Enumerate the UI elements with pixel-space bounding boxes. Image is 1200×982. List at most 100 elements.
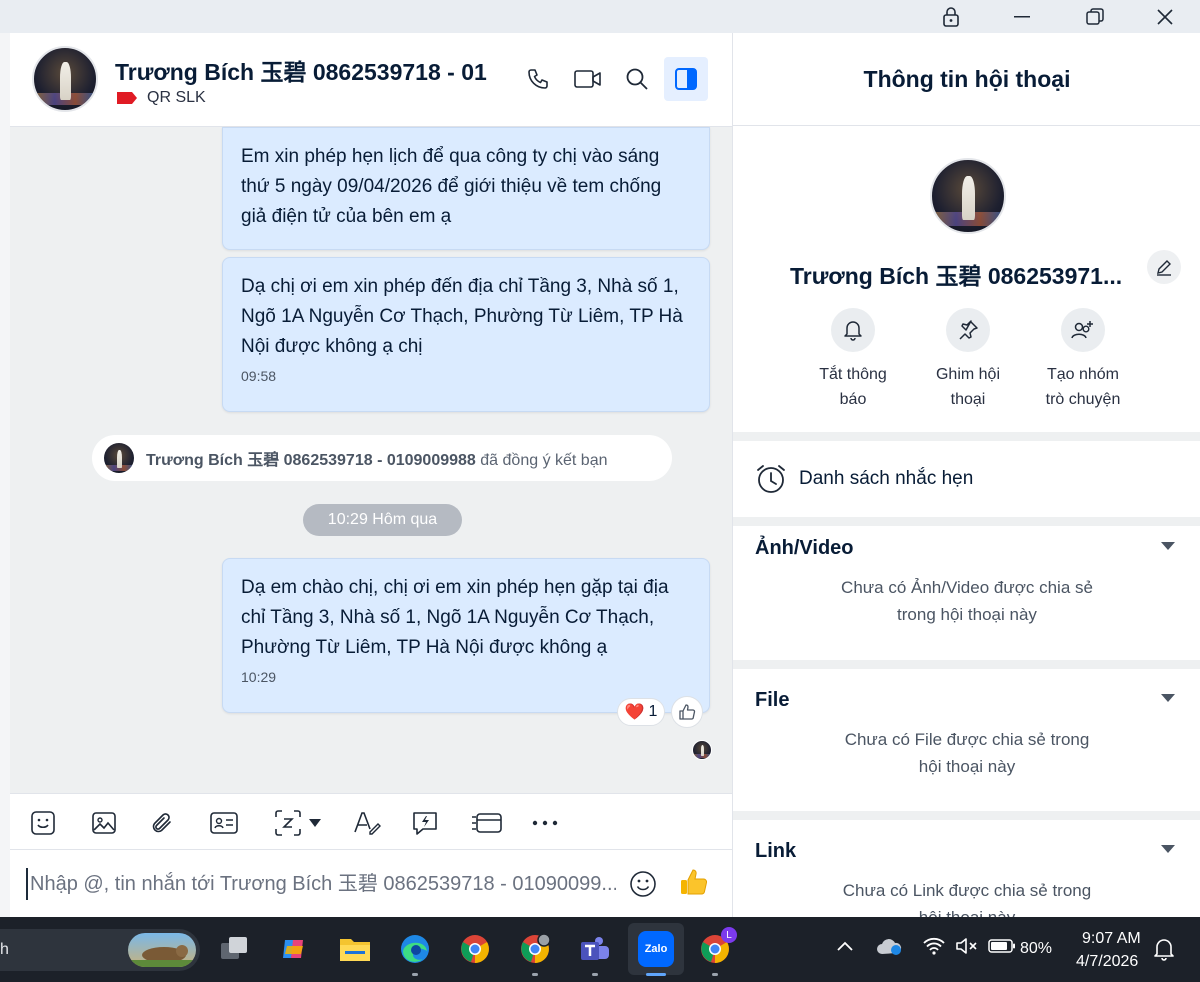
message-text: Dạ em chào chị, chị ơi em xin phép hẹn g…: [241, 577, 669, 658]
clock-date[interactable]: 4/7/2026: [1076, 953, 1138, 971]
composer-toolbar: [10, 793, 732, 850]
text-format-icon: [354, 812, 381, 835]
call-button[interactable]: [518, 59, 558, 99]
chevron-down-icon: [309, 819, 321, 827]
chrome-button[interactable]: [457, 931, 493, 967]
active-indicator: [646, 973, 666, 976]
notifications-button[interactable]: [1152, 937, 1176, 966]
contact-name[interactable]: Trương Bích 玉碧 0862539718 - 01: [115, 53, 487, 87]
message-text: Dạ chị ơi em xin phép đến địa chỉ Tầng 3…: [241, 276, 683, 357]
volume-button[interactable]: [955, 937, 979, 960]
section-title[interactable]: File: [755, 689, 789, 712]
notice-name[interactable]: Trương Bích 玉碧 0862539718 - 0109009988: [146, 452, 476, 469]
message-bubble[interactable]: Dạ em chào chị, chị ơi em xin phép hẹn g…: [222, 558, 710, 713]
collapse-caret-icon[interactable]: [1161, 845, 1175, 853]
react-like-button[interactable]: [671, 696, 703, 728]
divider: [733, 517, 1200, 526]
minimize-button[interactable]: [992, 0, 1052, 33]
file-explorer-button[interactable]: [337, 931, 373, 967]
emoji-button[interactable]: [627, 868, 659, 900]
create-group-button[interactable]: Tạo nhóm trò chuyện: [1023, 308, 1143, 412]
reaction-count: 1: [648, 703, 658, 720]
bell-icon: [844, 321, 862, 341]
composer: [10, 850, 732, 917]
contact-card-button[interactable]: [207, 806, 241, 840]
action-label: Ghim hội: [935, 366, 1001, 383]
message-input[interactable]: [26, 868, 616, 900]
copilot-button[interactable]: [276, 931, 312, 967]
contact-tag[interactable]: QR SLK: [117, 89, 206, 107]
show-hidden-icons-button[interactable]: [836, 939, 854, 957]
message-bubble[interactable]: Dạ chị ơi em xin phép đến địa chỉ Tầng 3…: [222, 257, 710, 412]
video-icon: [574, 70, 601, 88]
text-format-button[interactable]: [350, 806, 384, 840]
running-indicator: [532, 973, 538, 976]
notice-suffix: đã đồng ý kết bạn: [480, 452, 608, 469]
lightning-message-icon: [413, 812, 437, 835]
close-button[interactable]: [1135, 0, 1195, 33]
restore-button[interactable]: [1065, 0, 1125, 33]
edit-name-button[interactable]: [1147, 250, 1181, 284]
battery-percent: 80%: [1020, 940, 1053, 957]
chrome-profile-button[interactable]: [517, 931, 553, 967]
contact-avatar[interactable]: [32, 46, 98, 112]
section-title[interactable]: Ảnh/Video: [755, 537, 854, 560]
divider: [733, 811, 1200, 820]
image-icon: [92, 812, 116, 834]
send-like-button[interactable]: [677, 864, 711, 900]
message-text: Em xin phép hẹn lịch để qua công ty chị …: [241, 146, 662, 227]
taskbar-search[interactable]: h: [0, 929, 200, 971]
more-options-button[interactable]: [528, 806, 562, 840]
battery-button[interactable]: [988, 939, 1016, 958]
paperclip-icon: [152, 813, 171, 833]
info-avatar[interactable]: [930, 158, 1006, 234]
video-call-button[interactable]: [568, 59, 608, 99]
empty-state-text: Chưa có File được chia sẻ trong hội thoại…: [844, 730, 1090, 776]
volume-muted-icon: [956, 938, 977, 954]
collapse-caret-icon[interactable]: [1161, 542, 1175, 550]
mute-notifications-button[interactable]: Tắt thông báo: [793, 308, 913, 412]
folder-icon: [340, 939, 370, 961]
action-label: Tạo nhóm: [1046, 366, 1120, 383]
reminder-list-item[interactable]: Danh sách nhắc hẹn: [733, 441, 1200, 517]
chat-header: Trương Bích 玉碧 0862539718 - 01 QR SLK: [10, 33, 732, 127]
section-title[interactable]: Link: [755, 840, 796, 863]
divider: [733, 432, 1200, 441]
notice-avatar[interactable]: [104, 443, 134, 473]
chrome-profile-l-button[interactable]: L: [697, 927, 737, 967]
wifi-button[interactable]: [922, 936, 946, 961]
teams-button[interactable]: [577, 931, 613, 967]
pin-conversation-button[interactable]: Ghim hội thoại: [908, 308, 1028, 412]
pin-icon: [959, 320, 978, 340]
task-view-button[interactable]: [216, 931, 252, 967]
clock-time[interactable]: 9:07 AM: [1082, 930, 1141, 948]
teams-icon: [581, 937, 609, 960]
lock-icon[interactable]: [921, 0, 981, 33]
window-titlebar: [0, 0, 1200, 33]
collapse-caret-icon[interactable]: [1161, 694, 1175, 702]
phone-icon: [528, 69, 548, 89]
sidebar-panel-icon: [675, 68, 697, 90]
add-group-icon: [1071, 321, 1093, 339]
reaction-badge[interactable]: ❤️ 1: [617, 698, 665, 726]
message-bubble[interactable]: Em xin phép hẹn lịch để qua công ty chị …: [222, 127, 710, 250]
screenshot-button[interactable]: [268, 806, 328, 840]
search-button[interactable]: [617, 59, 657, 99]
onedrive-button[interactable]: [876, 936, 904, 961]
quick-message-button[interactable]: [408, 806, 442, 840]
sticker-button[interactable]: [26, 806, 60, 840]
transfer-button[interactable]: [470, 806, 504, 840]
divider: [733, 660, 1200, 669]
screenshot-icon: [275, 810, 301, 836]
edge-button[interactable]: [397, 931, 433, 967]
image-button[interactable]: [87, 806, 121, 840]
zalo-button[interactable]: Zalo: [638, 931, 674, 967]
attach-file-button[interactable]: [146, 806, 180, 840]
tag-icon: [117, 92, 137, 104]
wifi-icon: [923, 937, 945, 955]
toggle-info-panel-button[interactable]: [664, 57, 708, 101]
search-text: h: [0, 941, 9, 958]
search-icon: [626, 68, 648, 90]
info-panel-title: Thông tin hội thoại: [733, 33, 1200, 126]
alarm-clock-icon: [757, 465, 785, 493]
